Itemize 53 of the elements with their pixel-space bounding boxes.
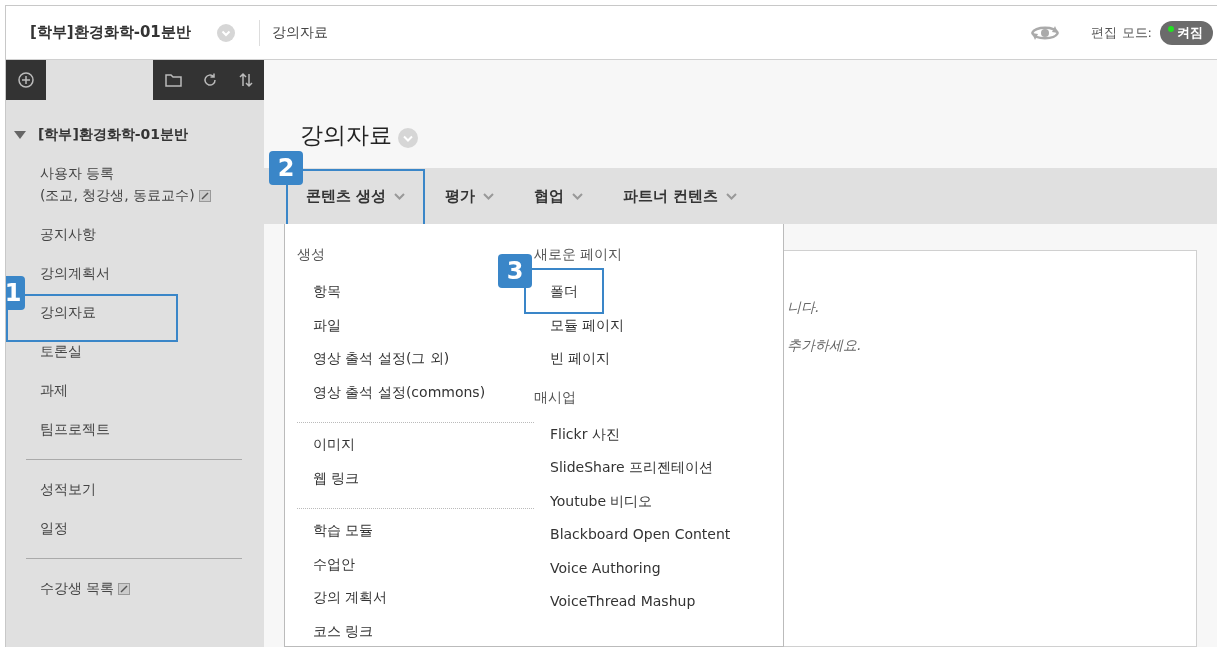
menu-item[interactable]: 모듈 페이지	[534, 313, 625, 347]
chevron-down-icon	[483, 192, 495, 200]
menu-item[interactable]: 파일	[297, 313, 341, 347]
edit-mode-label: 편집 모드:	[1091, 23, 1152, 42]
menu-item[interactable]: 영상 출석 설정(commons)	[297, 380, 486, 414]
chevron-down-icon	[394, 192, 406, 200]
action-bar-menu[interactable]: 파트너 컨텐츠	[603, 168, 758, 224]
menu-item[interactable]: 코스 링크	[297, 619, 374, 647]
menu-item[interactable]: 학습 모듈	[297, 519, 374, 553]
sidebar-item[interactable]: 일정	[40, 509, 68, 548]
menu-heading: 매시업	[534, 388, 577, 407]
chevron-down-icon	[726, 192, 738, 200]
menu-item[interactable]: 웹 링크	[297, 466, 360, 500]
sidebar-item[interactable]: 사용자 등록 (조교, 청강생, 동료교수)	[40, 154, 211, 215]
menu-item[interactable]: Youtube 비디오	[534, 489, 653, 523]
edit-mode-toggle[interactable]: 켜짐	[1160, 20, 1213, 45]
course-name: [학부]환경화학-01분반	[30, 23, 191, 42]
menu-item[interactable]: 수업안	[297, 552, 355, 586]
folder-icon[interactable]	[165, 73, 182, 87]
menu-item[interactable]: 빈 페이지	[534, 347, 611, 381]
add-icon[interactable]	[18, 72, 34, 88]
sidebar-item[interactable]: 팀프로젝트	[40, 410, 110, 449]
sidebar-item[interactable]: 강의계획서	[40, 254, 110, 293]
empty-message: 추가하세요.	[787, 337, 862, 355]
step-number-badge: 3	[498, 254, 533, 288]
menu-item[interactable]: 영상 출석 설정(그 외)	[297, 347, 450, 381]
sidebar-item[interactable]: 공지사항	[40, 215, 96, 254]
sidebar-item[interactable]: 과제	[40, 371, 68, 410]
menu-heading: 새로운 페이지	[534, 246, 623, 264]
menu-item[interactable]: Voice Authoring	[534, 556, 661, 590]
action-bar-menu[interactable]: 협업	[514, 168, 604, 224]
refresh-icon[interactable]	[202, 72, 218, 88]
sidebar-item[interactable]: 성적보기	[40, 470, 96, 509]
collapse-triangle-icon[interactable]	[14, 131, 26, 139]
step-number-badge: 1	[6, 276, 25, 310]
sidebar-item[interactable]: 토론실	[40, 332, 82, 371]
page-title: 강의자료	[300, 120, 392, 150]
menu-item[interactable]: 이미지	[297, 433, 355, 467]
menu-item[interactable]: Flickr 사진	[534, 422, 620, 456]
course-title[interactable]: [학부]환경화학-01분반	[38, 126, 189, 144]
menu-item[interactable]: Blackboard Open Content	[534, 523, 731, 557]
menu-item[interactable]: VoiceThread Mashup	[534, 590, 696, 624]
sidebar-item[interactable]: 수강생 목록	[40, 569, 131, 608]
menu-item[interactable]: 항목	[297, 280, 341, 314]
menu-item[interactable]: 강의 계획서	[297, 586, 388, 620]
chevron-down-icon	[572, 192, 584, 200]
step-number-badge: 2	[269, 151, 303, 185]
sort-icon[interactable]	[238, 72, 254, 88]
empty-message: 니다.	[787, 299, 820, 317]
breadcrumb[interactable]: 강의자료	[271, 23, 328, 42]
action-bar-menu[interactable]: 평가	[425, 168, 515, 224]
menu-heading: 생성	[297, 246, 325, 264]
menu-item[interactable]: SlideShare 프리젠테이션	[534, 456, 714, 490]
